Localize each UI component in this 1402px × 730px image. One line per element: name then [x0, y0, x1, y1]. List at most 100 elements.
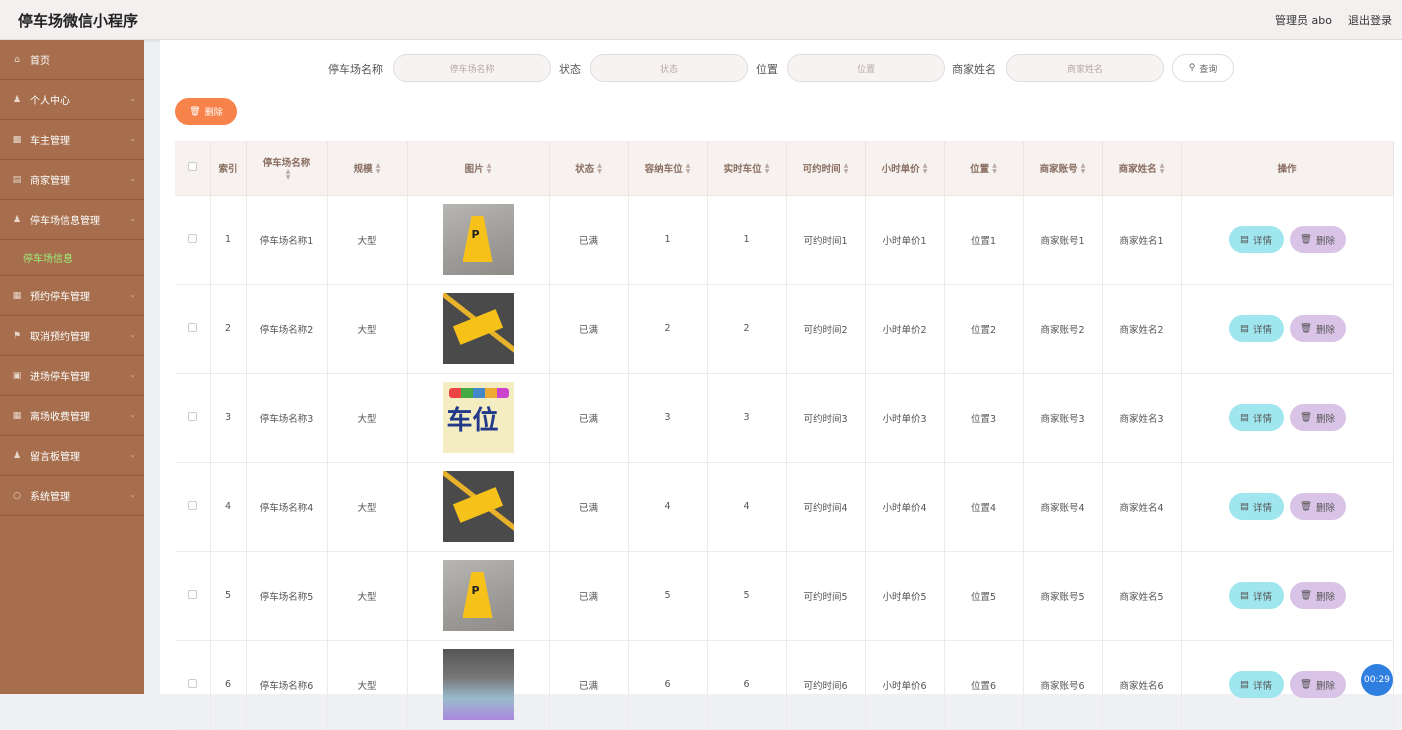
row-checkbox[interactable] — [175, 640, 211, 730]
sort-icon[interactable]: ▲ ▼ — [765, 163, 770, 175]
cell-image — [407, 373, 550, 463]
sidebar-item[interactable]: ○ 系统管理 ⌄ — [0, 476, 144, 516]
sidebar-item[interactable]: ♟ 个人中心 ⌄ — [0, 80, 144, 120]
logout-link[interactable]: 退出登录 — [1348, 12, 1392, 28]
col-name[interactable]: 停车场名称 ▲ ▼ — [246, 141, 328, 196]
row-checkbox[interactable] — [175, 462, 211, 552]
app-title: 停车场微信小程序 — [18, 12, 139, 30]
sidebar-item-label: 首页 — [30, 56, 50, 67]
sidebar-item[interactable]: ▦ 预约停车管理 ⌄ — [0, 276, 144, 316]
detail-button[interactable]: ▤ 详情 — [1228, 315, 1284, 342]
col-realtime[interactable]: 实时车位 ▲ ▼ — [707, 141, 787, 196]
col-capacity[interactable]: 容纳车位 ▲ ▼ — [628, 141, 708, 196]
cell-index: 4 — [210, 462, 247, 552]
flag-icon: ⚑ — [12, 330, 22, 341]
chevron-down-icon: ⌄ — [129, 290, 136, 299]
row-delete-button[interactable]: 🗑 删除 — [1289, 493, 1346, 520]
sidebar-item[interactable]: ⚑ 取消预约管理 ⌄ — [0, 316, 144, 356]
parking-image[interactable] — [442, 649, 514, 720]
merchant-search-input[interactable]: 商家姓名 — [1006, 54, 1164, 82]
sort-icon[interactable]: ▲ ▼ — [923, 163, 928, 175]
query-button[interactable]: ⚲ 查询 — [1172, 54, 1234, 82]
detail-button-label: 详情 — [1252, 235, 1272, 247]
sort-icon[interactable]: ▲ ▼ — [1160, 163, 1165, 175]
col-account[interactable]: 商家账号 ▲ ▼ — [1023, 141, 1103, 196]
user-icon: ♟ — [12, 450, 22, 461]
sidebar-item[interactable]: ▤ 商家管理 ⌄ — [0, 160, 144, 200]
col-image[interactable]: 图片 ▲ ▼ — [407, 141, 550, 196]
query-button-label: 查询 — [1199, 64, 1218, 75]
row-checkbox[interactable] — [175, 284, 211, 374]
sort-icon[interactable]: ▲ ▼ — [844, 163, 849, 175]
batch-delete-button[interactable]: 🗑 删除 — [175, 98, 237, 125]
batch-delete-label: 删除 — [204, 108, 223, 118]
sidebar: ⌂ 首页 ♟ 个人中心 ⌄ ▩ 车主管理 ⌄ ▤ 商家管理 ⌄ ♟ 停车场信息管理 ⌄ 停车场信息 ▦ 预约停车… — [0, 40, 144, 694]
col-time-label: 可约时间 — [802, 163, 841, 175]
settings-icon: ○ — [13, 490, 21, 501]
status-search-input[interactable]: 状态 — [590, 54, 748, 82]
user-icon: ♟ — [12, 214, 22, 225]
parking-image[interactable] — [442, 382, 514, 453]
sort-icon[interactable]: ▲ ▼ — [597, 163, 602, 175]
parking-image[interactable] — [442, 204, 514, 275]
row-delete-button[interactable]: 🗑 删除 — [1289, 226, 1346, 253]
sidebar-item-label: 系统管理 — [30, 492, 70, 503]
trash-icon: 🗑 — [1299, 679, 1313, 690]
col-status-label: 状态 — [575, 163, 595, 175]
col-time[interactable]: 可约时间 ▲ ▼ — [786, 141, 866, 196]
sidebar-item-label: 个人中心 — [30, 96, 70, 107]
sidebar-item[interactable]: ♟ 停车场信息管理 ⌄ — [0, 200, 144, 240]
cell-index: 5 — [210, 551, 247, 641]
sidebar-item[interactable]: ♟ 留言板管理 ⌄ — [0, 436, 144, 476]
sidebar-item[interactable]: ▩ 车主管理 ⌄ — [0, 120, 144, 160]
sidebar-item[interactable]: ▣ 进场停车管理 ⌄ — [0, 356, 144, 396]
detail-button[interactable]: ▤ 详情 — [1228, 493, 1284, 520]
row-delete-button[interactable]: 🗑 删除 — [1289, 404, 1346, 431]
parking-image[interactable] — [442, 471, 514, 542]
row-delete-label: 删除 — [1316, 235, 1336, 247]
cell-price: 小时单价2 — [865, 284, 945, 374]
cell-index: 3 — [210, 373, 247, 463]
row-delete-button[interactable]: 🗑 删除 — [1289, 315, 1346, 342]
sort-icon[interactable]: ▲ ▼ — [686, 163, 691, 175]
sidebar-item[interactable]: ⌂ 首页 — [0, 40, 144, 80]
cell-merchant: 商家姓名1 — [1102, 195, 1182, 285]
sidebar-subitem-parking-info[interactable]: 停车场信息 — [0, 240, 144, 276]
document-icon: ▤ — [1240, 590, 1249, 601]
select-all-checkbox[interactable] — [175, 141, 211, 196]
col-location[interactable]: 位置 ▲ ▼ — [944, 141, 1024, 196]
row-checkbox[interactable] — [175, 373, 211, 463]
col-status[interactable]: 状态 ▲ ▼ — [549, 141, 629, 196]
detail-button[interactable]: ▤ 详情 — [1228, 226, 1284, 253]
row-checkbox[interactable] — [175, 551, 211, 641]
cell-location: 位置6 — [944, 640, 1024, 730]
grid-icon: ▦ — [12, 410, 22, 421]
sort-icon[interactable]: ▲ ▼ — [376, 163, 381, 175]
car-icon: ▩ — [12, 134, 22, 145]
sidebar-item-label: 车主管理 — [30, 136, 70, 147]
row-delete-button[interactable]: 🗑 删除 — [1289, 582, 1346, 609]
user-icon: ♟ — [12, 94, 22, 105]
chevron-down-icon: ⌄ — [129, 370, 136, 379]
sort-icon[interactable]: ▲ ▼ — [286, 168, 291, 181]
detail-button-label: 详情 — [1252, 413, 1272, 425]
col-scale[interactable]: 规模 ▲ ▼ — [327, 141, 408, 196]
col-price[interactable]: 小时单价 ▲ ▼ — [865, 141, 945, 196]
parking-image[interactable] — [442, 560, 514, 631]
sort-icon[interactable]: ▲ ▼ — [487, 163, 492, 175]
admin-user-label[interactable]: 管理员 abo — [1275, 12, 1332, 28]
row-checkbox[interactable] — [175, 195, 211, 285]
chevron-down-icon: ⌄ — [129, 174, 136, 183]
name-search-input[interactable]: 停车场名称 — [393, 54, 551, 82]
parking-image[interactable] — [442, 293, 514, 364]
detail-button[interactable]: ▤ 详情 — [1228, 404, 1284, 431]
sort-icon[interactable]: ▲ ▼ — [992, 163, 997, 175]
location-search-input[interactable]: 位置 — [787, 54, 945, 82]
sidebar-item[interactable]: ▦ 离场收费管理 ⌄ — [0, 396, 144, 436]
detail-button[interactable]: ▤ 详情 — [1228, 582, 1284, 609]
detail-button-label: 详情 — [1252, 680, 1272, 692]
cell-realtime: 4 — [707, 462, 787, 552]
col-merchant[interactable]: 商家姓名 ▲ ▼ — [1102, 141, 1182, 196]
sort-icon[interactable]: ▲ ▼ — [1081, 163, 1086, 175]
top-bar: 停车场微信小程序 管理员 abo 退出登录 — [0, 0, 1402, 40]
